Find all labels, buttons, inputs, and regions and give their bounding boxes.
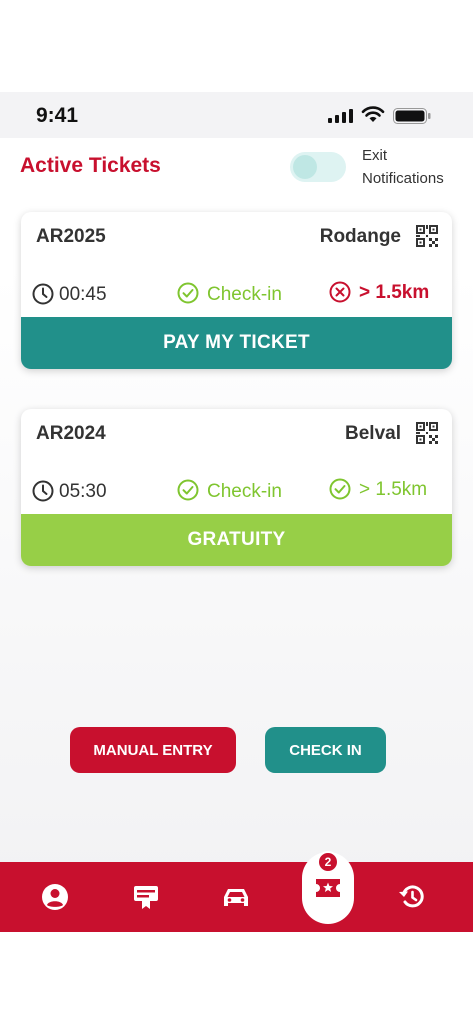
- tab-profile[interactable]: [35, 877, 75, 917]
- check-in-button[interactable]: CHECK IN: [265, 727, 386, 773]
- status-time: 9:41: [36, 104, 79, 127]
- toggle-label: Exit Notifications: [362, 144, 444, 190]
- tab-ticket-desk[interactable]: [126, 877, 166, 917]
- ticket-duration: 00:45: [59, 284, 107, 305]
- cellular-signal-icon: [328, 109, 353, 123]
- wifi-icon: [361, 106, 385, 122]
- bottom-tab-bar: 2: [0, 851, 473, 932]
- ticket-city: Belval: [345, 423, 401, 444]
- x-circle-icon: [329, 281, 351, 303]
- check-circle-icon: [329, 478, 351, 500]
- manual-entry-button[interactable]: MANUAL ENTRY: [70, 727, 236, 773]
- checkin-status: Check-in: [207, 284, 282, 305]
- ticket-info-row: 05:30 Check-in > 1.5km: [21, 478, 452, 506]
- app-screen: 9:41 Active Tickets Exit Notifications A…: [0, 92, 473, 932]
- toggle-label-line2: Notifications: [362, 170, 444, 187]
- qr-code-icon[interactable]: [416, 225, 438, 247]
- page-title: Active Tickets: [20, 154, 161, 177]
- ticket-city: Rodange: [319, 226, 401, 247]
- profile-icon: [42, 884, 68, 910]
- tab-parking[interactable]: [216, 877, 256, 917]
- checkin-status: Check-in: [207, 481, 282, 502]
- status-bar: 9:41: [0, 92, 473, 138]
- ticket-id: AR2025: [36, 226, 106, 247]
- ticket-desk-icon: [134, 886, 158, 909]
- tab-history[interactable]: [392, 877, 432, 917]
- tickets-icon: [316, 879, 340, 897]
- gratuity-button[interactable]: GRATUITY: [21, 514, 452, 566]
- pay-ticket-button[interactable]: PAY MY TICKET: [21, 317, 452, 369]
- ticket-duration: 05:30: [59, 481, 107, 502]
- check-circle-icon: [177, 479, 199, 501]
- history-icon: [399, 885, 424, 908]
- distance-status: > 1.5km: [359, 479, 428, 500]
- distance-status: > 1.5km: [359, 282, 430, 303]
- qr-code-icon[interactable]: [416, 422, 438, 444]
- check-circle-icon: [177, 282, 199, 304]
- clock-icon: [32, 480, 54, 502]
- tickets-count-badge: 2: [317, 851, 339, 873]
- ticket-info-row: 00:45 Check-in > 1.5km: [21, 281, 452, 309]
- toggle-knob: [293, 155, 317, 179]
- ticket-card[interactable]: AR2024 Belval 05:30 Check-in > 1.5km GRA…: [21, 409, 452, 566]
- car-icon: [224, 889, 248, 906]
- battery-icon: [393, 108, 431, 124]
- toggle-label-line1: Exit: [362, 147, 388, 164]
- exit-notifications-toggle[interactable]: [290, 152, 346, 182]
- ticket-card[interactable]: AR2025 Rodange 00:45 Check-in > 1.5km PA…: [21, 212, 452, 369]
- clock-icon: [32, 283, 54, 305]
- ticket-id: AR2024: [36, 423, 106, 444]
